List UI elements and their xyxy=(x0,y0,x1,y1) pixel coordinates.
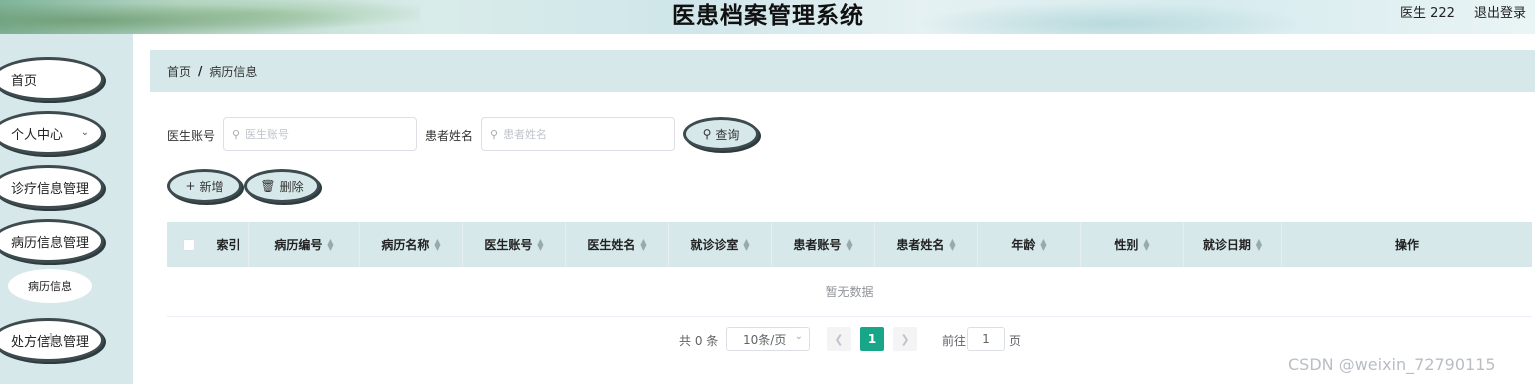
breadcrumb-home[interactable]: 首页 xyxy=(167,63,191,80)
sort-icon[interactable]: ▲ ▼ xyxy=(537,237,543,251)
plus-icon: + xyxy=(185,179,196,193)
sort-icon[interactable]: ▲ ▼ xyxy=(1143,237,1149,251)
table-empty-row: 暂无数据 xyxy=(167,267,1532,317)
search-icon: ⚲ xyxy=(232,127,241,141)
sidebar-subitem-label: 病历信息 xyxy=(28,280,72,293)
column-header-index: 索引 xyxy=(209,222,249,267)
app-title: 医患档案管理系统 xyxy=(672,3,864,29)
add-button[interactable]: + 新增 xyxy=(167,169,242,203)
patient-name-input[interactable]: ⚲ 患者姓名 xyxy=(481,117,675,151)
chevron-left-icon: ❮ xyxy=(834,332,844,346)
patient-name-placeholder: 患者姓名 xyxy=(503,128,548,141)
breadcrumb-separator: / xyxy=(198,64,203,78)
sort-icon[interactable]: ▲ ▼ xyxy=(1256,237,1262,251)
sort-icon[interactable]: ▲ ▼ xyxy=(949,237,955,251)
column-header-visit-date[interactable]: 就诊日期 ▲ ▼ xyxy=(1184,222,1282,267)
doctor-account-label: 医生账号 xyxy=(167,129,216,143)
column-header-clinic-room[interactable]: 就诊诊室 ▲ ▼ xyxy=(669,222,772,267)
top-header: 医患档案管理系统 医生 222 退出登录 xyxy=(0,0,1535,34)
doctor-account-placeholder: 医生账号 xyxy=(245,128,290,141)
sidebar-item-label: 病历信息管理 xyxy=(11,235,90,251)
empty-text: 暂无数据 xyxy=(825,285,874,299)
sort-icon[interactable]: ▲ ▼ xyxy=(327,237,333,251)
sort-icon[interactable]: ▲ ▼ xyxy=(434,237,440,251)
sort-icon[interactable]: ▲ ▼ xyxy=(1040,237,1046,251)
page-size-select[interactable]: 10条/页 ⌄ xyxy=(726,327,810,351)
column-header-patient-name[interactable]: 患者姓名 ▲ ▼ xyxy=(875,222,978,267)
query-button[interactable]: ⚲ 查询 xyxy=(683,117,759,151)
trash-icon: 🗑 xyxy=(260,179,276,193)
search-icon: ⚲ xyxy=(490,127,499,141)
column-header-age[interactable]: 年龄 ▲ ▼ xyxy=(978,222,1081,267)
delete-button[interactable]: 🗑 删除 xyxy=(244,169,320,203)
sort-icon[interactable]: ▲ ▼ xyxy=(743,237,749,251)
table-header: 索引 病历编号 ▲ ▼ 病历名称 ▲ ▼ 医生账号 ▲ ▼ 医生姓名 ▲ ▼ 就诊诊室 ▲ ▼ 患者… xyxy=(167,222,1532,267)
sort-icon[interactable]: ▲ ▼ xyxy=(640,237,646,251)
page-number-current[interactable]: 1 xyxy=(860,327,884,351)
sidebar-item-label: 个人中心 xyxy=(11,127,64,143)
column-header-patient-account[interactable]: 患者账号 ▲ ▼ xyxy=(772,222,875,267)
sidebar-subitem-medical-record-info[interactable]: 病历信息 xyxy=(8,269,92,303)
breadcrumb: 首页 / 病历信息 xyxy=(150,50,1535,92)
current-user: 医生 222 xyxy=(1400,6,1455,21)
goto-page-input[interactable]: 1 xyxy=(967,327,1005,351)
sidebar-item-label: 首页 xyxy=(11,73,38,89)
column-header-record-name[interactable]: 病历名称 ▲ ▼ xyxy=(360,222,463,267)
sort-icon[interactable]: ▲ ▼ xyxy=(846,237,852,251)
prev-page-button[interactable]: ❮ xyxy=(827,327,851,351)
goto-label: 前往 xyxy=(942,334,967,348)
page-size-value: 10条/页 xyxy=(743,332,787,347)
search-icon: ⚲ xyxy=(702,127,712,141)
pagination-total: 共 0 条 xyxy=(679,334,719,348)
breadcrumb-current: 病历信息 xyxy=(209,64,258,79)
column-header-doctor-name[interactable]: 医生姓名 ▲ ▼ xyxy=(566,222,669,267)
hand-cursor-icon: ☝ xyxy=(44,330,54,348)
next-page-button[interactable]: ❯ xyxy=(893,327,917,351)
column-header-actions: 操作 xyxy=(1394,238,1419,252)
query-button-label: 查询 xyxy=(715,127,740,142)
chevron-right-icon: ❯ xyxy=(900,332,910,346)
watermark: CSDN @weixin_72790115 xyxy=(1288,355,1496,374)
column-header-record-no[interactable]: 病历编号 ▲ ▼ xyxy=(249,222,360,267)
chevron-down-icon: ⌄ xyxy=(794,331,803,342)
logout-link[interactable]: 退出登录 xyxy=(1474,2,1526,21)
doctor-account-input[interactable]: ⚲ 医生账号 xyxy=(223,117,417,151)
select-all-checkbox[interactable] xyxy=(183,239,195,251)
column-header-gender[interactable]: 性别 ▲ ▼ xyxy=(1081,222,1184,267)
patient-name-label: 患者姓名 xyxy=(425,129,474,143)
sidebar-item-label: 诊疗信息管理 xyxy=(11,181,90,197)
goto-unit: 页 xyxy=(1009,334,1022,348)
delete-button-label: 删除 xyxy=(279,179,304,194)
column-header-doctor-account[interactable]: 医生账号 ▲ ▼ xyxy=(463,222,566,267)
add-button-label: 新增 xyxy=(199,179,224,194)
chevron-down-icon: ⌄ xyxy=(80,127,89,138)
